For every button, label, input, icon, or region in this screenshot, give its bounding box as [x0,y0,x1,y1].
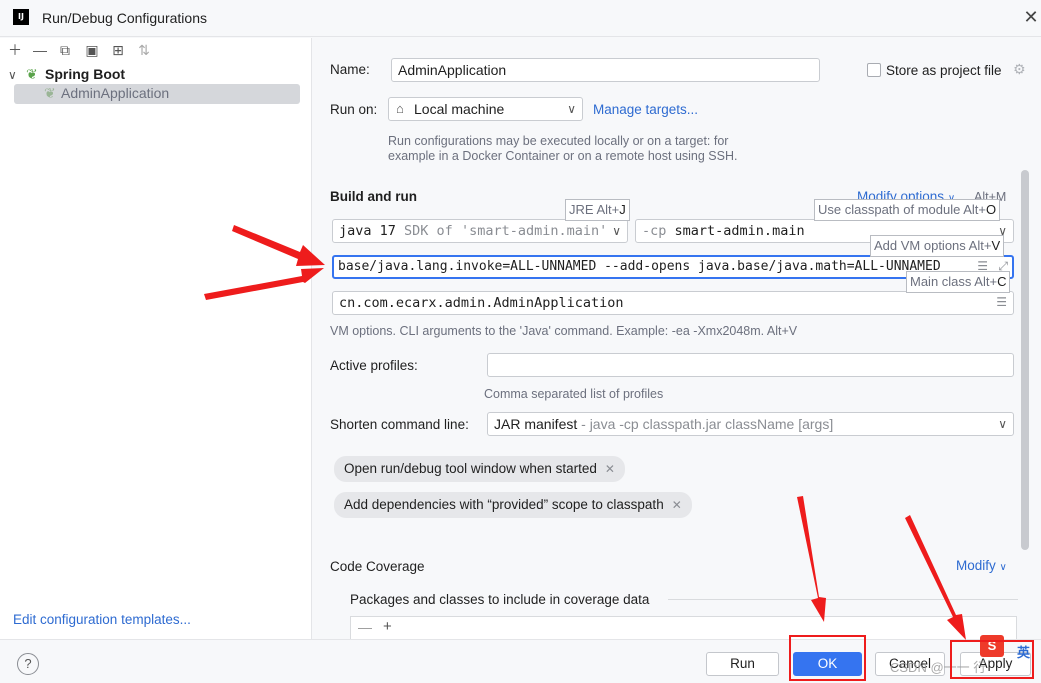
annotation-arrow [204,268,324,300]
annotation-arrow [797,496,826,622]
annotation-arrow [905,515,966,640]
annotation-arrow [232,225,325,266]
annotation-overlay [204,225,966,640]
annotation-box-ok [789,635,866,681]
annotation-box-apply [950,640,1034,679]
